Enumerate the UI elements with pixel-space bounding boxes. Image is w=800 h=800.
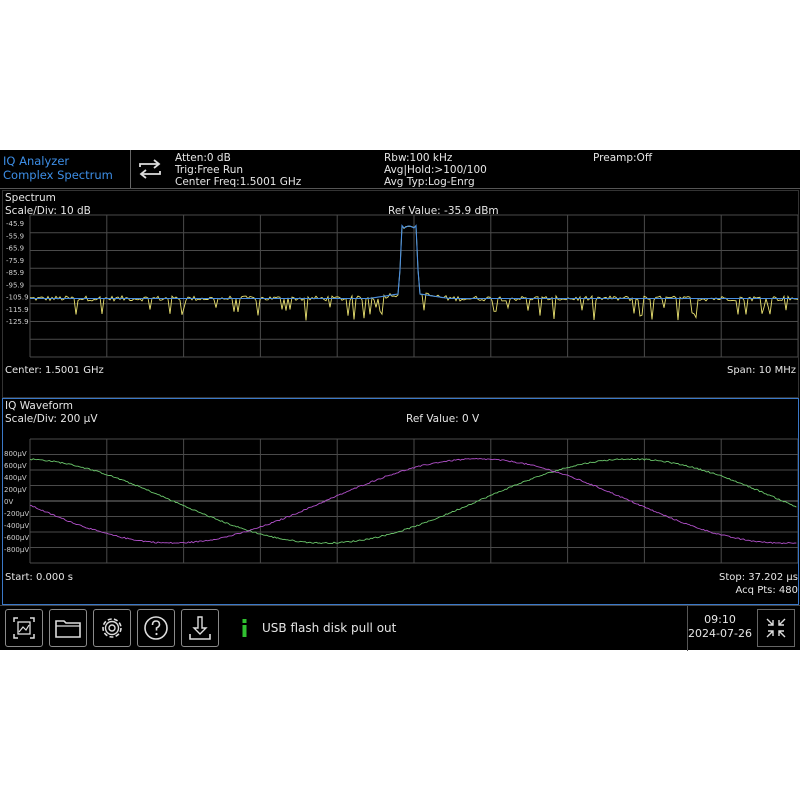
y-tick-label: -115.9 — [6, 306, 29, 314]
y-tick-label: -65.9 — [6, 245, 24, 253]
y-tick-label: 0V — [4, 498, 13, 506]
y-tick-label: -400µV — [4, 522, 29, 530]
preamp-value: Preamp:Off — [593, 152, 653, 164]
y-tick-label: -600µV — [4, 534, 29, 542]
y-tick-label: -200µV — [4, 510, 29, 518]
mode-name: IQ Analyzer — [3, 154, 70, 168]
iq-plot: 800µV 600µV 400µV 200µV 0V -200µV -400µV -600µV… — [4, 438, 798, 564]
screenshot-icon — [13, 617, 35, 639]
y-tick-label: 800µV — [4, 450, 27, 458]
avg-type-value: Avg Typ:Log-Enrg — [384, 176, 475, 188]
rbw-value: Rbw:100 kHz — [384, 152, 453, 164]
y-tick-label: 200µV — [4, 486, 27, 494]
y-tick-label: 600µV — [4, 462, 27, 470]
iq-start-label: Start: 0.000 s — [5, 572, 73, 583]
y-tick-label: -55.9 — [6, 232, 24, 240]
avg-hold-value: Avg|Hold:>100/100 — [384, 164, 487, 176]
folder-icon — [55, 620, 81, 638]
spectrum-panel[interactable]: Spectrum Scale/Div: 10 dB Ref Value: -35… — [2, 190, 799, 398]
info-icon — [240, 617, 250, 639]
atten-value: Atten:0 dB — [175, 152, 231, 164]
clock-time: 09:10 — [704, 613, 736, 626]
analyzer-screen: IQ Analyzer Complex Spectrum Atten:0 dB … — [0, 150, 800, 651]
help-button[interactable] — [137, 609, 175, 647]
spectrum-center-label: Center: 1.5001 GHz — [5, 365, 104, 376]
y-tick-label: 400µV — [4, 474, 27, 482]
center-freq-value: Center Freq:1.5001 GHz — [175, 176, 302, 188]
settings-button[interactable] — [93, 609, 131, 647]
y-tick-label: -45.9 — [6, 220, 24, 228]
y-tick-label: -105.9 — [6, 294, 29, 302]
y-tick-label: -95.9 — [6, 281, 24, 289]
collapse-icon — [766, 618, 786, 638]
y-tick-label: -75.9 — [6, 257, 24, 265]
screenshot-button[interactable] — [5, 609, 43, 647]
trig-value: Trig:Free Run — [175, 164, 244, 176]
mode-view: Complex Spectrum — [3, 168, 113, 182]
iq-stop-label: Stop: 37.202 µs — [718, 572, 798, 583]
help-icon — [144, 616, 168, 640]
spectrum-plot: -45.9 -55.9 -65.9 -75.9 -85.9 -95.9 -105.9 -115… — [6, 214, 798, 358]
gear-icon — [102, 618, 122, 638]
file-manager-button[interactable] — [49, 609, 87, 647]
y-tick-label: -800µV — [4, 546, 29, 554]
exit-fullscreen-button[interactable] — [757, 609, 795, 647]
save-button[interactable] — [181, 609, 219, 647]
y-tick-label: -85.9 — [6, 269, 24, 277]
clock-date: 2024-07-26 — [688, 627, 752, 640]
iq-waveform-panel[interactable]: IQ Waveform Scale/Div: 200 µV Ref Value:… — [2, 398, 799, 605]
status-message: USB flash disk pull out — [262, 621, 397, 635]
download-icon — [189, 616, 211, 640]
mode-label[interactable]: IQ Analyzer Complex Spectrum — [3, 154, 129, 182]
spectrum-span-label: Span: 10 MHz — [726, 365, 796, 376]
sync-icon[interactable] — [134, 156, 166, 182]
status-header: IQ Analyzer Complex Spectrum Atten:0 dB … — [0, 150, 800, 189]
iq-acq-pts-label: Acq Pts: 480 — [735, 585, 799, 596]
header-divider — [130, 150, 131, 188]
y-tick-label: -125.9 — [6, 318, 29, 326]
bottom-toolbar: USB flash disk pull out 09:10 2024-07-26 — [0, 605, 800, 651]
